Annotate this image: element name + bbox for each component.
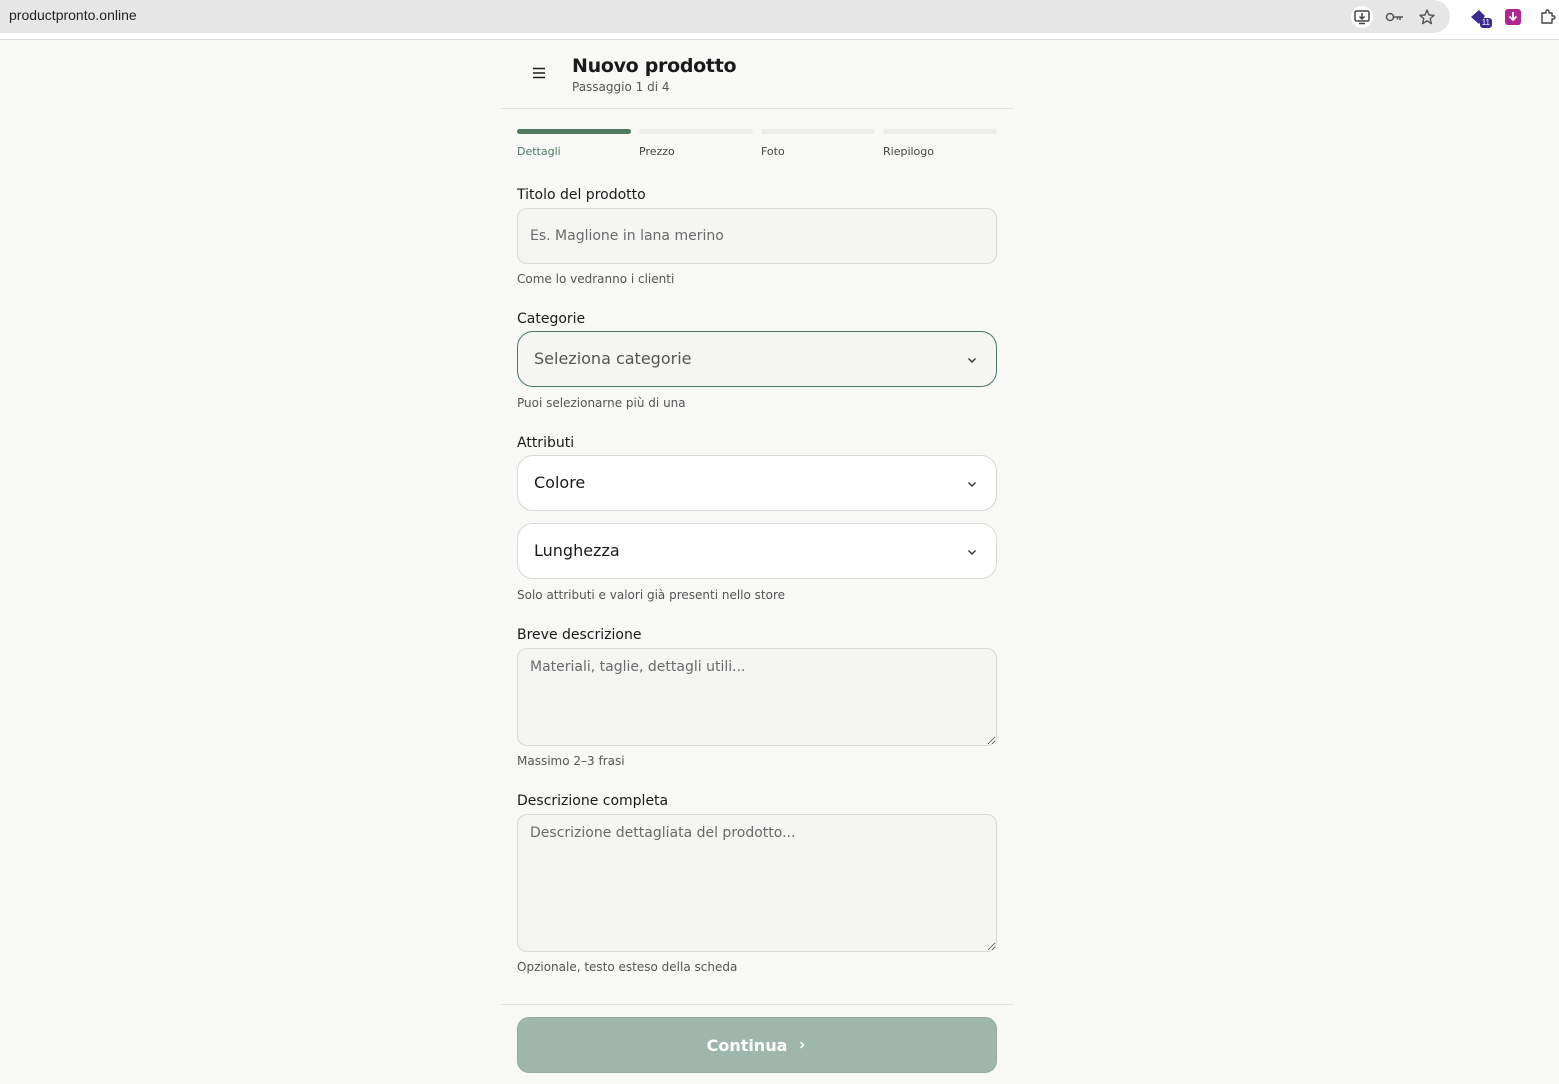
step-riepilogo: Riepilogo	[883, 129, 997, 158]
attribute-name: Colore	[534, 473, 586, 492]
categories-placeholder: Seleziona categorie	[534, 349, 692, 368]
chevron-down-icon	[968, 482, 976, 487]
chevron-right-icon	[800, 1041, 805, 1049]
full-description-hint: Opzionale, testo esteso della scheda	[517, 960, 738, 974]
attributes-hint: Solo attributi e valori già presenti nel…	[517, 588, 786, 602]
title-hint: Come lo vedranno i clienti	[517, 272, 675, 286]
form-footer: Continua	[501, 1004, 1013, 1084]
full-description-label: Descrizione completa	[517, 793, 669, 809]
step-bar	[639, 129, 753, 134]
attribute-name: Lunghezza	[534, 541, 620, 560]
attribute-select-lunghezza[interactable]: Lunghezza	[517, 523, 997, 579]
step-bar	[761, 129, 875, 134]
chevron-down-icon	[968, 550, 976, 555]
extensions-puzzle-icon[interactable]	[1537, 6, 1559, 28]
address-bar[interactable]: productpronto.online	[0, 0, 1450, 33]
categories-hint: Puoi selezionarne più di una	[517, 396, 686, 410]
short-description-hint: Massimo 2–3 frasi	[517, 754, 625, 768]
url-text: productpronto.online	[9, 7, 137, 23]
step-foto: Foto	[761, 129, 875, 158]
menu-icon[interactable]	[532, 65, 546, 79]
continue-label: Continua	[706, 1035, 788, 1055]
step-label: Foto	[761, 145, 785, 158]
step-prezzo: Prezzo	[639, 129, 753, 158]
short-description-label: Breve descrizione	[517, 627, 642, 643]
step-dettagli: Dettagli	[517, 129, 631, 158]
download-extension-icon[interactable]	[1502, 6, 1524, 28]
bookmark-star-icon[interactable]	[1416, 6, 1438, 28]
step-label: Dettagli	[517, 145, 561, 158]
attributes-label: Attributi	[517, 435, 575, 451]
short-description-textarea[interactable]	[517, 648, 997, 746]
stepper: Dettagli Prezzo Foto Riepilogo	[517, 129, 997, 169]
product-form-page: Nuovo prodotto Passaggio 1 di 4 Dettagli…	[501, 40, 1013, 1083]
page-title: Nuovo prodotto	[572, 55, 737, 77]
page-header: Nuovo prodotto Passaggio 1 di 4	[501, 40, 1013, 109]
step-bar	[883, 129, 997, 134]
step-bar	[517, 129, 631, 134]
step-label: Riepilogo	[883, 145, 935, 158]
extension-icon[interactable]: 11	[1467, 6, 1492, 28]
extension-badge: 11	[1479, 18, 1492, 28]
step-counter: Passaggio 1 di 4	[572, 80, 670, 94]
install-app-icon[interactable]	[1351, 6, 1373, 28]
categories-select[interactable]: Seleziona categorie	[517, 331, 997, 387]
continue-button[interactable]: Continua	[517, 1017, 997, 1073]
categories-label: Categorie	[517, 311, 586, 327]
full-description-textarea[interactable]	[517, 814, 997, 952]
product-title-input[interactable]	[517, 208, 997, 264]
title-label: Titolo del prodotto	[517, 187, 646, 203]
step-label: Prezzo	[639, 145, 675, 158]
chevron-down-icon	[968, 358, 976, 363]
password-key-icon[interactable]	[1384, 6, 1406, 28]
browser-toolbar: productpronto.online 11	[0, 0, 1559, 40]
attribute-select-colore[interactable]: Colore	[517, 455, 997, 511]
